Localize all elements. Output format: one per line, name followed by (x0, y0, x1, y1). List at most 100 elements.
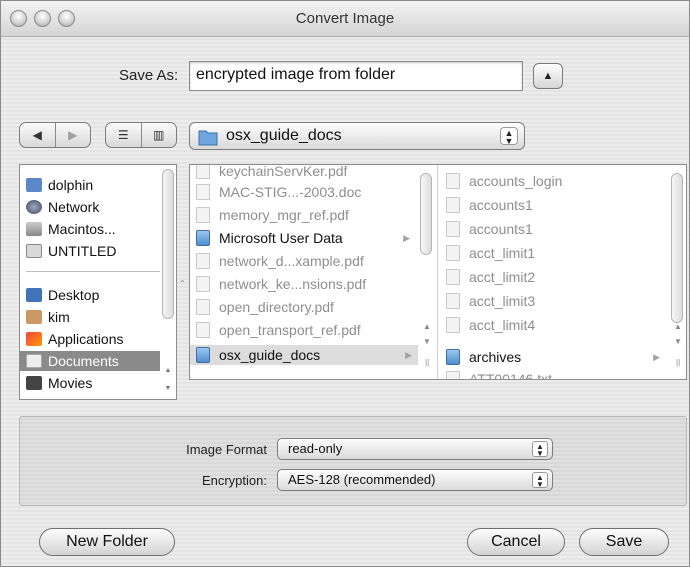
sidebar-item-label: Movies (48, 375, 93, 391)
new-folder-button[interactable]: New Folder (39, 528, 175, 556)
back-button[interactable]: ◀ (20, 123, 55, 147)
sidebar-item-documents[interactable]: Documents (20, 351, 160, 371)
sidebar-item-dolphin[interactable]: dolphin (20, 175, 160, 195)
sidebar-item-applications[interactable]: Applications (20, 329, 160, 349)
document-icon (446, 173, 460, 189)
window-title: Convert Image (295, 10, 395, 27)
file-row[interactable]: keychainServKer.pdf (196, 164, 416, 181)
desktop-icon (26, 288, 42, 302)
file-row[interactable]: acct_limit2 (446, 267, 666, 287)
network-globe-icon (26, 200, 42, 214)
document-icon (446, 245, 460, 261)
file-row[interactable]: network_d...xample.pdf (196, 251, 416, 271)
encryption-popup[interactable]: AES-128 (recommended) ▲ ▼ (277, 469, 553, 491)
scroll-down-icon[interactable]: ▼ (674, 337, 682, 346)
collapse-dialog-button[interactable]: ▲ (533, 63, 563, 89)
folder-row[interactable]: archives ▶ (446, 347, 666, 367)
file-name: accounts1 (469, 197, 533, 213)
cancel-button[interactable]: Cancel (467, 528, 565, 556)
document-icon (196, 207, 210, 223)
sidebar-item-label: Applications (48, 331, 124, 347)
title-bar: Convert Image (1, 1, 689, 37)
save-as-label: Save As: (119, 67, 179, 84)
resize-handle-icon[interactable]: ⌃ (179, 279, 186, 288)
sidebar-item-desktop[interactable]: Desktop (20, 285, 160, 305)
popup-arrows-icon: ▲ ▼ (532, 472, 548, 489)
file-row[interactable]: accounts1 (446, 195, 666, 215)
image-format-popup[interactable]: read-only ▲ ▼ (277, 438, 553, 460)
save-button[interactable]: Save (579, 528, 669, 556)
documents-icon (26, 354, 42, 368)
folder-icon (198, 128, 218, 151)
popup-arrows-icon: ▲ ▼ (532, 441, 548, 458)
column-resize-icon[interactable]: || (676, 358, 680, 367)
file-row[interactable]: ATT00146.txt (446, 369, 666, 380)
column2-scrollbar-thumb[interactable] (671, 173, 683, 323)
file-name: acct_limit1 (469, 245, 536, 261)
applications-icon (26, 332, 42, 346)
sidebar-scrollbar-thumb[interactable] (162, 169, 174, 319)
folder-row-selected[interactable]: osx_guide_docs ▶ (190, 345, 418, 365)
file-browser: keychainServKer.pdf MAC-STIG...-2003.doc… (189, 164, 687, 380)
folder-row[interactable]: Microsoft User Data ▶ (196, 228, 416, 248)
sidebar-item-network[interactable]: Network (20, 197, 160, 217)
file-name: acct_limit4 (469, 317, 536, 333)
file-name: accounts1 (469, 221, 533, 237)
home-icon (26, 310, 42, 324)
scroll-down-icon[interactable]: ▼ (163, 385, 173, 395)
encryption-label: Encryption: (201, 473, 267, 488)
file-name: acct_limit3 (469, 293, 536, 309)
file-row[interactable]: accounts_login (446, 171, 666, 191)
folder-icon (196, 347, 210, 363)
forward-button[interactable]: ▶ (54, 123, 91, 147)
sidebar-item-kim[interactable]: kim (20, 307, 160, 327)
scroll-down-icon[interactable]: ▼ (423, 337, 431, 346)
image-format-label: Image Format (186, 442, 267, 457)
sidebar-item-label: UNTITLED (48, 243, 117, 259)
disclosure-arrow-icon: ▶ (405, 349, 412, 360)
image-format-value: read-only (288, 441, 343, 456)
computer-icon (26, 178, 42, 192)
column-divider (437, 165, 438, 379)
file-name: MAC-STIG...-2003.doc (219, 184, 362, 200)
scroll-up-icon[interactable]: ▲ (674, 322, 682, 331)
sidebar-item-label: Documents (48, 353, 119, 369)
location-popup[interactable]: osx_guide_docs ▲ ▼ (189, 122, 525, 150)
document-icon (446, 269, 460, 285)
file-name: network_ke...nsions.pdf (219, 276, 367, 292)
location-popup-label: osx_guide_docs (226, 127, 342, 144)
image-options-panel (19, 416, 687, 506)
file-name: ATT00146.txt (469, 371, 553, 380)
column1-scrollbar-thumb[interactable] (420, 173, 432, 255)
document-icon (446, 371, 460, 379)
sidebar-item-label: dolphin (48, 177, 94, 193)
sidebar-item-macintosh[interactable]: Macintos... (20, 219, 160, 239)
folder-icon (446, 349, 460, 365)
file-row[interactable]: accounts1 (446, 219, 666, 239)
column-resize-icon[interactable]: || (425, 358, 429, 367)
sidebar-separator (26, 271, 160, 272)
list-view-button[interactable]: ☰ (106, 123, 141, 147)
scroll-up-icon[interactable]: ▲ (423, 322, 431, 331)
file-row[interactable]: MAC-STIG...-2003.doc (196, 182, 416, 202)
triangle-up-icon: ▲ (542, 70, 554, 82)
file-row[interactable]: open_transport_ref.pdf (196, 320, 416, 340)
column-view-button[interactable]: ▥ (140, 123, 177, 147)
disclosure-arrow-icon: ▶ (653, 351, 660, 362)
file-name: open_transport_ref.pdf (219, 322, 361, 338)
file-row[interactable]: acct_limit4 (446, 315, 666, 335)
save-as-field[interactable]: encrypted image from folder (189, 61, 523, 91)
document-icon (446, 293, 460, 309)
file-row[interactable]: open_directory.pdf (196, 297, 416, 317)
scroll-up-icon[interactable]: ▲ (163, 367, 173, 377)
file-row[interactable]: acct_limit1 (446, 243, 666, 263)
file-row[interactable]: network_ke...nsions.pdf (196, 274, 416, 294)
file-row[interactable]: acct_limit3 (446, 291, 666, 311)
sidebar-item-movies[interactable]: Movies (20, 373, 160, 393)
file-row[interactable]: memory_mgr_ref.pdf (196, 205, 416, 225)
document-icon (196, 276, 210, 292)
sidebar-item-untitled[interactable]: UNTITLED (20, 241, 160, 261)
file-name: keychainServKer.pdf (219, 164, 348, 179)
folder-icon (196, 230, 210, 246)
popup-arrows-icon: ▲ ▼ (500, 127, 518, 146)
